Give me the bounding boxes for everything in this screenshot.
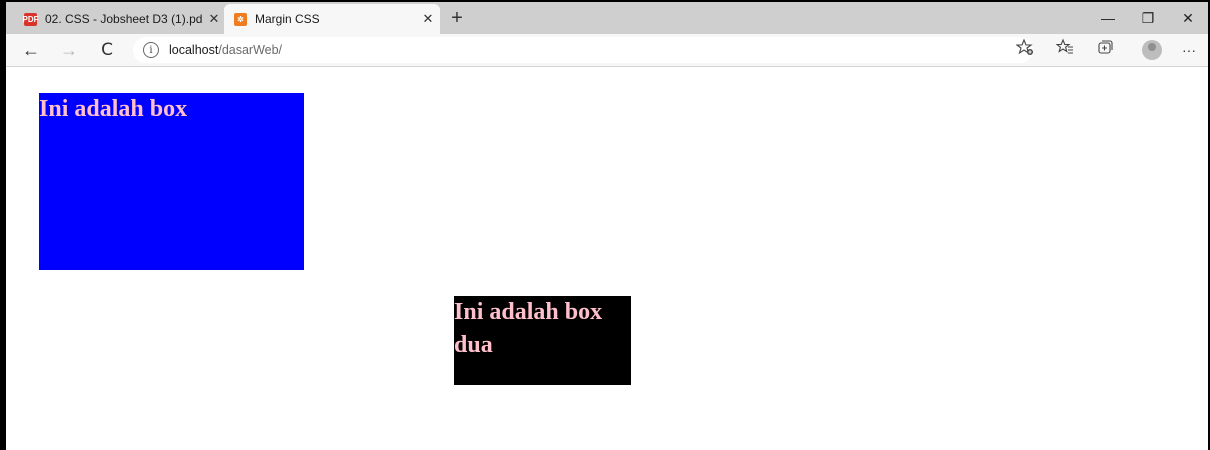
url-host: localhost <box>169 43 219 57</box>
reload-button[interactable]: C <box>94 37 120 63</box>
pdf-icon: PDF <box>22 12 39 26</box>
url-path: /dasarWeb/ <box>218 43 283 57</box>
address-bar[interactable]: i localhost/dasarWeb/ <box>133 37 1033 63</box>
box-two: Ini adalah box dua <box>454 296 631 385</box>
tab-pdf[interactable]: PDF 02. CSS - Jobsheet D3 (1).pdf ✕ <box>14 4 226 34</box>
tab-title: Margin CSS <box>255 12 320 26</box>
minimize-button[interactable]: — <box>1088 2 1128 34</box>
new-tab-button[interactable]: + <box>444 6 470 32</box>
navigation-toolbar: ← → C i localhost/dasarWeb/ ··· <box>6 34 1208 67</box>
add-favorite-icon[interactable] <box>1012 37 1038 63</box>
tab-title: 02. CSS - Jobsheet D3 (1).pdf <box>45 12 202 26</box>
box-one: Ini adalah box <box>39 93 304 270</box>
restore-button[interactable]: ❐ <box>1128 2 1168 34</box>
profile-avatar[interactable] <box>1142 40 1162 60</box>
page-content: Ini adalah box Ini adalah box dua <box>6 67 1208 450</box>
tab-close-icon[interactable]: ✕ <box>416 11 440 27</box>
forward-button[interactable]: → <box>56 37 82 63</box>
collections-icon[interactable] <box>1092 37 1118 63</box>
info-icon[interactable]: i <box>143 42 159 58</box>
favorites-icon[interactable] <box>1052 37 1078 63</box>
more-icon[interactable]: ··· <box>1176 37 1202 63</box>
tab-bar: PDF 02. CSS - Jobsheet D3 (1).pdf ✕ ✲ Ma… <box>6 2 1208 34</box>
back-button[interactable]: ← <box>18 37 44 63</box>
close-window-button[interactable]: ✕ <box>1168 2 1208 34</box>
tab-margin-css[interactable]: ✲ Margin CSS ✕ <box>224 4 440 34</box>
xampp-icon: ✲ <box>234 12 247 26</box>
tab-close-icon[interactable]: ✕ <box>202 11 226 27</box>
